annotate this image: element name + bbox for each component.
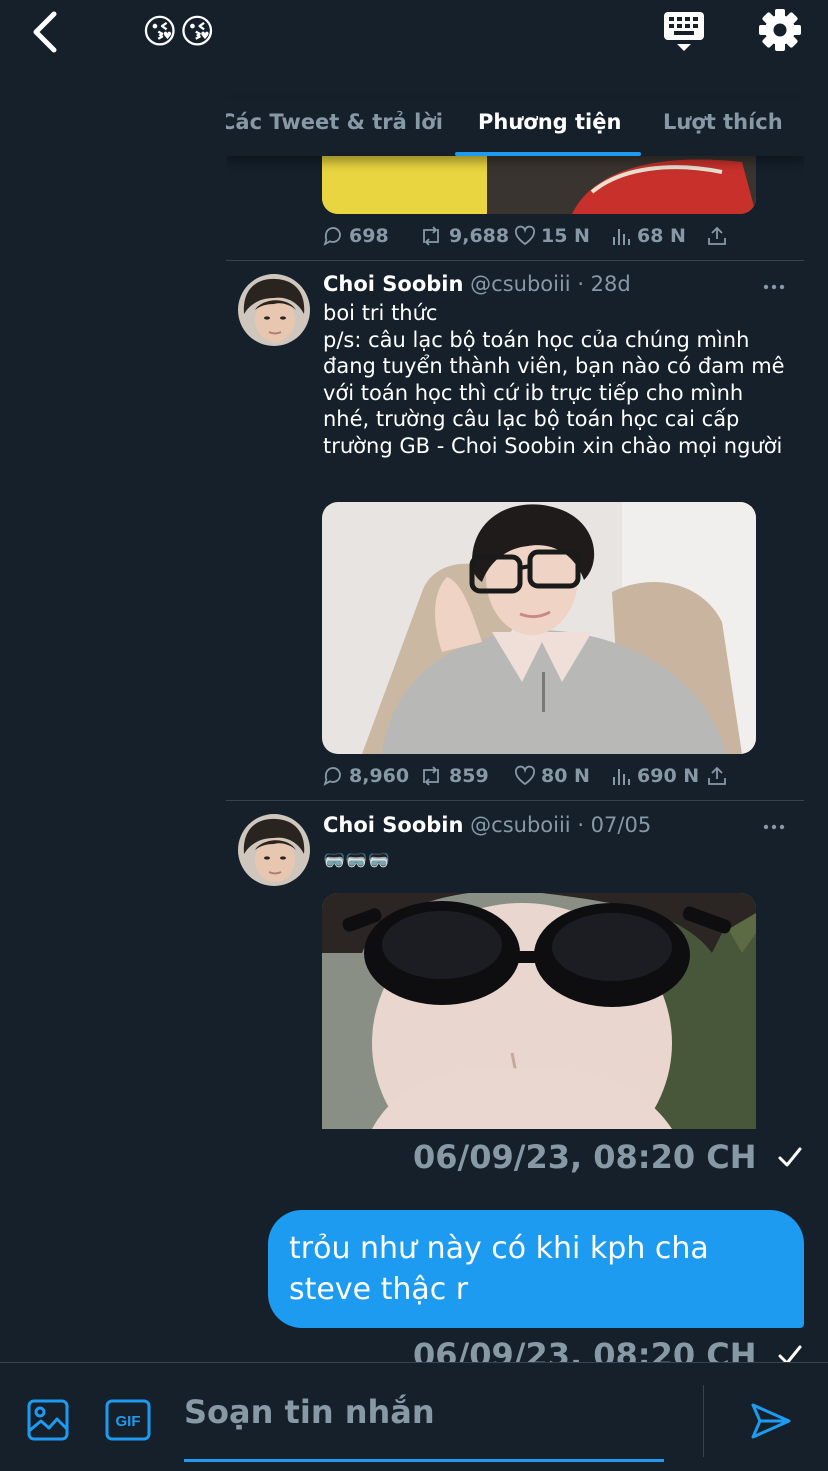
conversation-title: 😘😘: [142, 12, 217, 52]
avatar[interactable]: [238, 814, 310, 886]
tweet-actions: 698 9,688 15 N 68 N: [322, 225, 742, 255]
views-action[interactable]: 690 N: [612, 765, 699, 787]
tweet-header: Choi Soobin @csuboiii · 07/05: [323, 813, 651, 837]
share-icon: [708, 766, 726, 785]
reply-icon: [323, 227, 341, 246]
tab-likes[interactable]: Lượt thích: [663, 110, 783, 134]
tab-media[interactable]: Phương tiện: [478, 110, 621, 134]
svg-text:GIF: GIF: [116, 1413, 141, 1430]
tweet-time: · 07/05: [577, 813, 652, 837]
image-icon[interactable]: [27, 1399, 69, 1441]
gear-icon[interactable]: [758, 8, 802, 52]
sent-check-icon: [778, 1147, 802, 1167]
views-icon: [613, 229, 630, 245]
more-options-icon[interactable]: [762, 282, 786, 292]
shared-tweet-screenshot[interactable]: Các Tweet & trả lời Phương tiện Lượt thí…: [226, 72, 804, 1212]
tweet-media-photo[interactable]: [322, 893, 756, 1129]
share-icon: [708, 226, 726, 245]
active-tab-indicator: [455, 152, 641, 156]
tweet-text: boi tri thức p/s: câu lạc bộ toán học củ…: [323, 301, 785, 458]
view-count: 690 N: [637, 765, 700, 787]
retweet-icon: [423, 766, 439, 786]
share-action[interactable]: [706, 225, 728, 247]
more-options-icon[interactable]: [762, 822, 786, 832]
like-action[interactable]: 80 N: [514, 765, 590, 787]
author-handle: @csuboiii: [470, 272, 571, 296]
gif-icon[interactable]: GIF: [105, 1399, 151, 1441]
reply-action[interactable]: 698: [322, 225, 389, 247]
send-icon[interactable]: [750, 1401, 792, 1441]
like-count: 80 N: [541, 765, 590, 787]
reply-count: 698: [349, 225, 389, 247]
message-text: trỏu như này có khi kph cha steve thậc r: [289, 1231, 709, 1307]
tweet-text: 🥽🥽🥽: [323, 850, 391, 871]
retweet-action[interactable]: 9,688: [418, 225, 509, 247]
reply-action[interactable]: 8,960: [322, 765, 409, 787]
tweet-header: Choi Soobin @csuboiii · 28d: [323, 272, 631, 296]
back-icon[interactable]: [28, 10, 68, 54]
share-action[interactable]: [706, 765, 728, 787]
like-count: 15 N: [541, 225, 590, 247]
message-timestamp: 06/09/23, 08:20 CH: [413, 1138, 757, 1176]
profile-tabs: Các Tweet & trả lời Phương tiện Lượt thí…: [226, 100, 804, 156]
retweet-action[interactable]: 859: [418, 765, 489, 787]
tweet-time: · 28d: [577, 272, 631, 296]
reply-count: 8,960: [349, 765, 410, 787]
author-name[interactable]: Choi Soobin: [323, 272, 463, 296]
views-action[interactable]: 68 N: [612, 225, 686, 247]
tweet-actions: 8,960 859 80 N 690 N: [322, 765, 742, 795]
sent-message-bubble[interactable]: trỏu như này có khi kph cha steve thậc r: [268, 1210, 804, 1328]
retweet-count: 9,688: [449, 225, 510, 247]
avatar[interactable]: [238, 274, 310, 346]
message-composer: GIF Soạn tin nhắn: [0, 1362, 828, 1471]
retweet-count: 859: [449, 765, 489, 787]
heart-icon: [514, 765, 536, 786]
view-count: 68 N: [637, 225, 686, 247]
keyboard-icon[interactable]: [662, 10, 706, 54]
message-input[interactable]: Soạn tin nhắn: [184, 1393, 435, 1431]
views-icon: [613, 769, 630, 785]
tweet-divider: [226, 800, 804, 801]
heart-icon: [514, 225, 536, 246]
composer-divider: [703, 1385, 704, 1457]
input-focus-underline: [184, 1459, 664, 1462]
reply-icon: [323, 767, 341, 786]
tweet-media-photo[interactable]: [322, 502, 756, 754]
tweet-divider: [226, 260, 804, 261]
author-name[interactable]: Choi Soobin: [323, 813, 463, 837]
author-handle: @csuboiii: [470, 813, 571, 837]
like-action[interactable]: 15 N: [514, 225, 590, 247]
retweet-icon: [423, 226, 439, 246]
tab-tweets-replies[interactable]: Các Tweet & trả lời: [226, 110, 443, 134]
